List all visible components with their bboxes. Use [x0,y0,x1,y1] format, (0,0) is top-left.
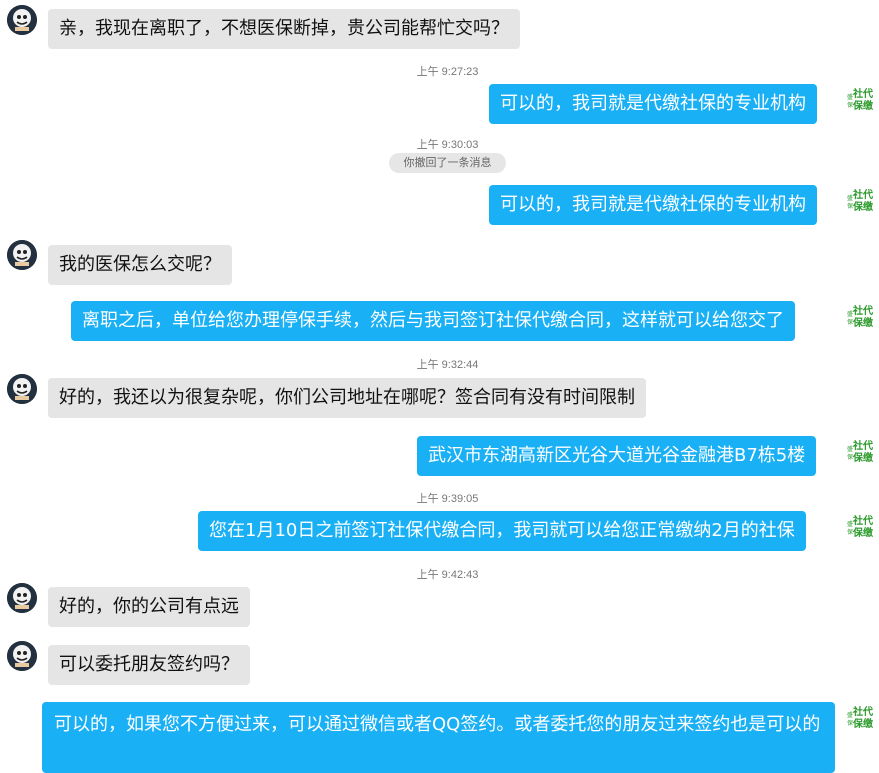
message-bubble-incoming[interactable]: 好的，我还以为很复杂呢，你们公司地址在哪呢？签合同有没有时间限制 [48,378,646,418]
timestamp: 上午 9:42:43 [416,569,479,581]
svg-text:保缴: 保缴 [852,99,874,112]
message-bubble-outgoing[interactable]: 可以的，如果您不方便过来，可以通过微信或者QQ签约。或者委托您的朋友过来签约也是… [42,702,835,773]
timestamp: 上午 9:30:03 [416,139,479,151]
customer-avatar[interactable] [7,583,37,613]
agent-logo-avatar[interactable]: 盛保社代 保缴 [846,703,876,733]
customer-avatar[interactable] [7,641,37,671]
agent-logo-avatar[interactable]: 盛保社代 保缴 [846,186,876,216]
chat-history: 亲，我现在离职了，不想医保断掉，贵公司能帮忙交吗？ 上午 9:27:23 可以的… [0,0,879,773]
recall-notice: 你撤回了一条消息 [389,153,506,173]
timestamp: 上午 9:32:44 [416,359,479,371]
timestamp: 上午 9:39:05 [416,493,479,505]
svg-text:保缴: 保缴 [852,316,874,329]
message-bubble-incoming[interactable]: 我的医保怎么交呢？ [48,245,232,285]
svg-text:保缴: 保缴 [852,526,874,539]
svg-text:社代: 社代 [852,304,873,317]
message-bubble-outgoing[interactable]: 离职之后，单位给您办理停保手续，然后与我司签订社保代缴合同，这样就可以给您交了 [71,301,795,341]
message-bubble-incoming[interactable]: 亲，我现在离职了，不想医保断掉，贵公司能帮忙交吗？ [48,9,520,49]
svg-text:社代: 社代 [852,188,873,201]
agent-logo-avatar[interactable]: 盛保社代 保缴 [846,85,876,115]
svg-text:保缴: 保缴 [852,451,874,464]
message-bubble-incoming[interactable]: 好的，你的公司有点远 [48,587,250,627]
agent-logo-avatar[interactable]: 盛保社代 保缴 [846,437,876,467]
svg-text:社代: 社代 [852,514,873,527]
message-bubble-outgoing[interactable]: 可以的，我司就是代缴社保的专业机构 [489,84,817,124]
svg-text:社代: 社代 [852,705,873,718]
message-bubble-outgoing[interactable]: 可以的，我司就是代缴社保的专业机构 [489,185,817,225]
svg-text:社代: 社代 [852,87,873,100]
agent-logo-avatar[interactable]: 盛保社代 保缴 [846,512,876,542]
svg-text:保缴: 保缴 [852,717,874,730]
customer-avatar[interactable] [7,374,37,404]
customer-avatar[interactable] [7,240,37,270]
message-bubble-incoming[interactable]: 可以委托朋友签约吗？ [48,645,250,685]
agent-logo-avatar[interactable]: 盛保社代 保缴 [846,302,876,332]
svg-text:社代: 社代 [852,439,873,452]
timestamp: 上午 9:27:23 [416,66,479,78]
message-bubble-outgoing[interactable]: 武汉市东湖高新区光谷大道光谷金融港B7栋5楼 [417,436,817,476]
message-bubble-outgoing[interactable]: 您在1月10日之前签订社保代缴合同，我司就可以给您正常缴纳2月的社保 [198,511,806,551]
svg-text:保缴: 保缴 [852,200,874,213]
customer-avatar[interactable] [7,5,37,35]
